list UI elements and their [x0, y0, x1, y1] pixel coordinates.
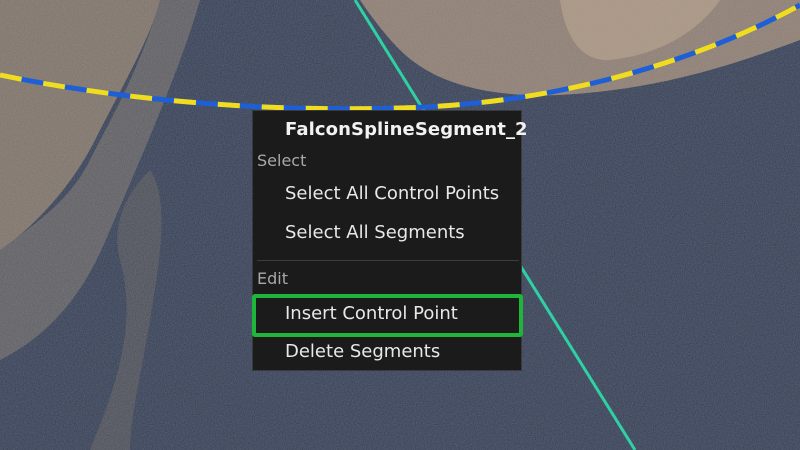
- menu-item-label: Select All Control Points: [285, 183, 500, 204]
- menu-item-label: Insert Control Point: [285, 303, 458, 324]
- level-viewport[interactable]: FalconSplineSegment_2 Select Select All …: [0, 0, 800, 450]
- menu-separator: [257, 260, 519, 261]
- menu-item-insert-control-point[interactable]: Insert Control Point: [252, 294, 523, 337]
- menu-title: FalconSplineSegment_2: [285, 119, 528, 140]
- menu-item-label: Select All Segments: [285, 222, 465, 243]
- section-header-select: Select: [257, 151, 307, 170]
- menu-item-delete-segments[interactable]: Delete Segments: [253, 335, 521, 369]
- context-menu: FalconSplineSegment_2 Select Select All …: [252, 110, 528, 371]
- section-header-edit: Edit: [257, 269, 288, 288]
- menu-item-select-all-control-points[interactable]: Select All Control Points: [253, 177, 521, 211]
- menu-item-label: Delete Segments: [285, 341, 441, 362]
- menu-item-select-all-segments[interactable]: Select All Segments: [253, 216, 521, 250]
